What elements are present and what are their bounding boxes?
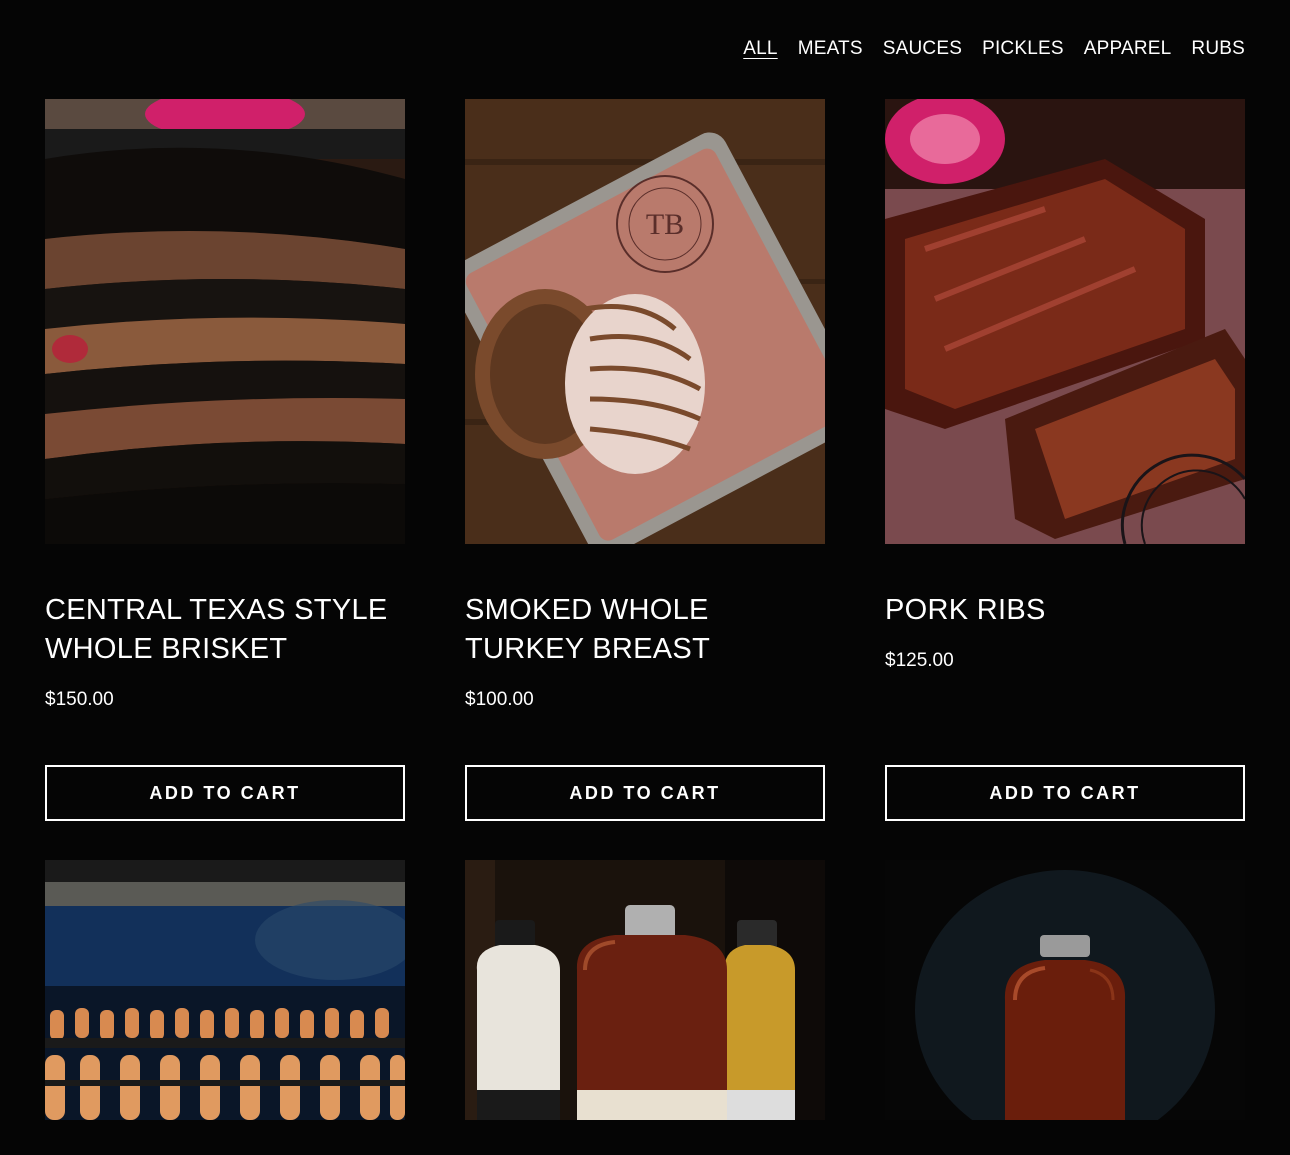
- product-title: SMOKED WHOLE TURKEY BREAST: [465, 594, 711, 665]
- brisket-image[interactable]: [45, 99, 405, 544]
- product-card-brisket: CENTRAL TEXAS STYLE WHOLE BRISKET $150.0…: [45, 99, 405, 821]
- turkey-breast-image[interactable]: TB: [465, 99, 825, 544]
- filter-meats[interactable]: MEATS: [798, 38, 863, 60]
- product-card-sauces: [465, 860, 825, 1120]
- add-to-cart-button[interactable]: ADD TO CART: [465, 765, 825, 821]
- pork-ribs-image[interactable]: [885, 99, 1245, 544]
- shop-page: ALL MEATS SAUCES PICKLES APPAREL RUBS CE…: [0, 0, 1290, 1155]
- product-title: CENTRAL TEXAS STYLE WHOLE BRISKET: [45, 594, 388, 665]
- hot-sauce-bottle-image[interactable]: [885, 860, 1245, 1120]
- add-to-cart-button[interactable]: ADD TO CART: [45, 765, 405, 821]
- product-card-sausages: [45, 860, 405, 1120]
- filter-apparel[interactable]: APPAREL: [1084, 38, 1172, 60]
- add-to-cart-button[interactable]: ADD TO CART: [885, 765, 1245, 821]
- product-card-hot-sauce: [885, 860, 1245, 1120]
- filter-sauces[interactable]: SAUCES: [883, 38, 962, 60]
- filter-all[interactable]: ALL: [743, 38, 777, 60]
- product-card-pork-ribs: PORK RIBS $125.00 ADD TO CART: [885, 99, 1245, 821]
- product-card-turkey: TB SMOKED WHOLE TURKEY BREAST $100.00 AD…: [465, 99, 825, 821]
- sausages-image[interactable]: [45, 860, 405, 1120]
- product-grid: CENTRAL TEXAS STYLE WHOLE BRISKET $150.0…: [45, 99, 1245, 1120]
- filter-rubs[interactable]: RUBS: [1191, 38, 1245, 60]
- filter-pickles[interactable]: PICKLES: [982, 38, 1064, 60]
- svg-text:TB: TB: [646, 208, 684, 241]
- product-price: $125.00: [885, 650, 954, 671]
- category-filter-nav: ALL MEATS SAUCES PICKLES APPAREL RUBS: [743, 38, 1245, 60]
- product-title: PORK RIBS: [885, 594, 1046, 626]
- product-price: $100.00: [465, 689, 534, 710]
- sauce-bottles-image[interactable]: [465, 860, 825, 1120]
- product-price: $150.00: [45, 689, 114, 710]
